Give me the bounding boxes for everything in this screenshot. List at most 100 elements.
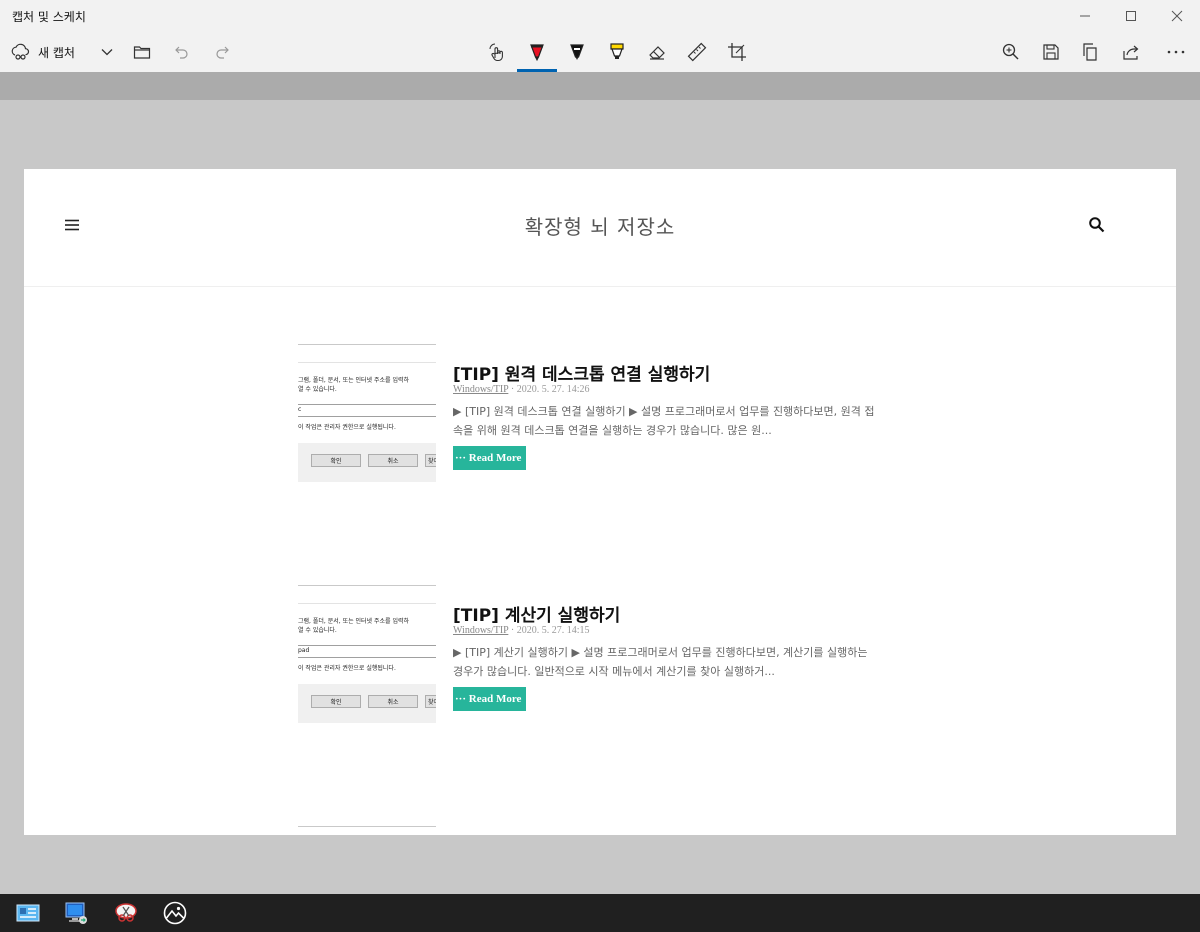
crop-icon — [728, 43, 746, 61]
share-button[interactable] — [1118, 32, 1144, 72]
thumb-text: 그램, 폴더, 문서, 또는 인터넷 주소를 입력하 — [298, 618, 410, 625]
maximize-button[interactable] — [1108, 0, 1154, 32]
maximize-icon — [1126, 11, 1136, 21]
taskbar — [0, 894, 1200, 932]
thumb-cancel-button: 취소 — [368, 695, 418, 708]
thumb-divider — [298, 362, 436, 363]
post-category[interactable]: Windows/TIP — [453, 384, 508, 395]
thumb-input-border — [298, 645, 436, 646]
thumb-admin-text: 이 작업은 관리자 권한으로 실행됩니다. — [298, 665, 396, 672]
new-capture-label: 새 캡처 — [38, 45, 75, 60]
toolbar: 새 캡처 — [0, 32, 1200, 72]
title-bar: 캡처 및 스케치 — [0, 0, 1200, 32]
copy-icon — [1083, 43, 1097, 61]
thumb-divider — [298, 603, 436, 604]
crop-button[interactable] — [724, 32, 750, 72]
snipping-tool-icon — [115, 903, 137, 922]
search-icon — [1089, 217, 1105, 233]
ruler-button[interactable] — [684, 32, 710, 72]
thumb-input-border — [298, 404, 436, 405]
next-post-thumbnail-edge — [298, 826, 436, 827]
post-item: 그램, 폴더, 문서, 또는 인터넷 주소를 입력하 열 수 있습니다. pad… — [298, 585, 898, 725]
capture-mode-dropdown[interactable] — [96, 32, 118, 72]
taskbar-app-remote-desktop[interactable] — [64, 901, 88, 925]
thumb-input-text: pad — [298, 647, 310, 654]
thumb-divider — [298, 344, 436, 345]
undo-icon — [175, 46, 188, 59]
eraser-button[interactable] — [644, 32, 670, 72]
site-search-button[interactable] — [1087, 215, 1107, 235]
window-controls — [1062, 0, 1200, 32]
post-category[interactable]: Windows/TIP — [453, 625, 508, 636]
thumb-browse-button: 찾아 — [425, 695, 436, 708]
save-button[interactable] — [1038, 32, 1064, 72]
canvas-top-strip — [0, 72, 1200, 100]
thumb-text: 그램, 폴더, 문서, 또는 인터넷 주소를 입력하 — [298, 377, 410, 384]
post-excerpt: ▶ [TIP] 계산기 실행하기 ▶ 설명 프로그래머로서 업무를 진행하다보면… — [453, 646, 868, 678]
system-info-icon — [16, 904, 40, 922]
thumb-input-border — [298, 657, 436, 658]
new-capture-button[interactable]: 새 캡처 — [10, 32, 96, 72]
undo-button[interactable] — [170, 32, 194, 72]
taskbar-app-snip-and-sketch[interactable] — [163, 901, 187, 925]
post-meta: Windows/TIP · 2020. 5. 27. 14:15 — [453, 625, 589, 636]
post-thumbnail[interactable]: 그램, 폴더, 문서, 또는 인터넷 주소를 입력하 열 수 있습니다. pad… — [298, 585, 436, 723]
highlighter-icon — [610, 43, 624, 59]
site-title[interactable]: 확장형 뇌 저장소 — [24, 211, 1176, 240]
thumb-button-bar: 확인 취소 찾아 — [298, 443, 436, 482]
taskbar-app-snipping-tool[interactable] — [114, 901, 138, 925]
thumb-text: 열 수 있습니다. — [298, 386, 337, 393]
close-icon — [1171, 10, 1183, 22]
post-thumbnail[interactable]: 그램, 폴더, 문서, 또는 인터넷 주소를 입력하 열 수 있습니다. c 이… — [298, 344, 436, 482]
remote-desktop-icon — [65, 902, 87, 924]
redo-icon — [216, 46, 229, 59]
more-icon — [1167, 50, 1185, 54]
highlighter-button[interactable] — [604, 32, 630, 72]
thumb-ok-button: 확인 — [311, 695, 361, 708]
post-date: 2020. 5. 27. 14:15 — [516, 625, 590, 636]
minimize-button[interactable] — [1062, 0, 1108, 32]
window-title: 캡처 및 스케치 — [12, 10, 86, 24]
post-excerpt: ▶ [TIP] 원격 데스크톱 연결 실행하기 ▶ 설명 프로그래머로서 업무를… — [453, 405, 875, 437]
copy-button[interactable] — [1078, 32, 1104, 72]
thumb-admin-text: 이 작업은 관리자 권한으로 실행됩니다. — [298, 424, 396, 431]
zoom-icon — [1002, 43, 1019, 60]
post-date: 2020. 5. 27. 14:26 — [516, 384, 590, 395]
zoom-button[interactable] — [998, 32, 1024, 72]
ballpoint-pen-button[interactable] — [524, 32, 550, 72]
more-options-button[interactable] — [1162, 32, 1190, 72]
pencil-button[interactable] — [564, 32, 590, 72]
post-meta: Windows/TIP · 2020. 5. 27. 14:26 — [453, 384, 589, 395]
site-header: 확장형 뇌 저장소 — [24, 169, 1176, 287]
read-more-button[interactable]: ··· Read More — [453, 446, 526, 470]
post-title[interactable]: [TIP] 원격 데스크톱 연결 실행하기 — [453, 360, 710, 385]
eraser-icon — [649, 46, 665, 60]
captured-image: 확장형 뇌 저장소 그램, 폴더, 문서, 또는 인터넷 주소를 입력하 열 수… — [24, 169, 1176, 835]
thumb-browse-button: 찾아 — [425, 454, 436, 467]
post-title[interactable]: [TIP] 계산기 실행하기 — [453, 601, 620, 626]
new-capture-icon — [11, 43, 30, 60]
thumb-text: 열 수 있습니다. — [298, 627, 337, 634]
thumb-ok-button: 확인 — [311, 454, 361, 467]
thumb-button-bar: 확인 취소 찾아 — [298, 684, 436, 723]
chevron-down-icon — [101, 49, 113, 56]
ruler-icon — [687, 42, 707, 62]
thumb-input-border — [298, 416, 436, 417]
close-button[interactable] — [1154, 0, 1200, 32]
taskbar-app-system-info[interactable] — [16, 901, 40, 925]
ballpoint-pen-icon — [530, 44, 544, 62]
snip-and-sketch-icon — [163, 901, 187, 925]
touch-writing-button[interactable] — [484, 32, 510, 72]
redo-button[interactable] — [210, 32, 234, 72]
thumb-divider — [298, 585, 436, 586]
minimize-icon — [1080, 15, 1090, 17]
thumb-cancel-button: 취소 — [368, 454, 418, 467]
save-icon — [1043, 44, 1059, 60]
thumb-input-text: c — [298, 406, 302, 413]
touch-writing-icon — [489, 43, 503, 62]
open-file-button[interactable] — [130, 32, 154, 72]
post-item: 그램, 폴더, 문서, 또는 인터넷 주소를 입력하 열 수 있습니다. c 이… — [298, 344, 898, 484]
read-more-button[interactable]: ··· Read More — [453, 687, 526, 711]
folder-icon — [133, 46, 151, 59]
pencil-icon — [570, 44, 584, 60]
